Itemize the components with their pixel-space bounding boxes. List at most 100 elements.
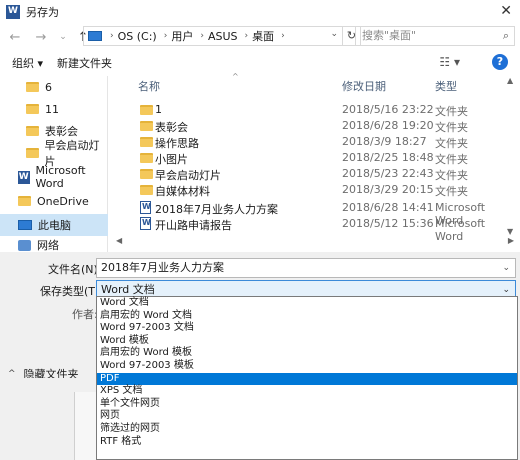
chevron-right-icon: ›: [244, 31, 249, 41]
sidebar-item-label: Microsoft Word: [35, 164, 86, 190]
back-icon[interactable]: ←: [6, 30, 24, 45]
folder-icon: [140, 169, 153, 179]
folder-icon: [26, 126, 39, 136]
breadcrumb-users[interactable]: 用户: [171, 28, 193, 44]
navigation-bar: ← → ⌄ ↑ › OS (C:) › 用户 › ASUS › 桌面 › ⌄ ↻…: [0, 24, 520, 50]
file-row[interactable]: 2018年7月业务人力方案 2018/6/28 14:41 Microsoft …: [112, 200, 512, 227]
sidebar-item-label: 11: [45, 102, 59, 116]
option-word-97-2003-template[interactable]: Word 97-2003 模板: [97, 360, 517, 373]
folder-icon: [18, 196, 31, 206]
title-bar: W 另存为 ✕: [0, 0, 520, 24]
sidebar-item-this-pc[interactable]: 此电脑: [0, 214, 108, 236]
scroll-down-icon[interactable]: ▼: [507, 227, 513, 236]
option-word-template[interactable]: Word 模板: [97, 335, 517, 348]
option-filtered-web-page[interactable]: 筛选过的网页: [97, 423, 517, 436]
folder-icon: [140, 105, 153, 115]
filename-field[interactable]: 2018年7月业务人力方案 ⌄: [96, 258, 516, 278]
option-word-97-2003-document[interactable]: Word 97-2003 文档: [97, 322, 517, 335]
breadcrumb-drive[interactable]: OS (C:): [118, 30, 157, 43]
option-pdf[interactable]: PDF: [97, 372, 517, 386]
option-macro-word-document[interactable]: 启用宏的 Word 文档: [97, 310, 517, 323]
sort-ascending-icon: ^: [232, 72, 239, 81]
horizontal-scrollbar[interactable]: ◀ ▶: [112, 236, 518, 250]
folder-icon: [140, 185, 153, 195]
sidebar-item-network[interactable]: 网络: [0, 238, 108, 252]
network-icon: [18, 239, 31, 251]
folder-icon: [140, 153, 153, 163]
address-dropdown-icon[interactable]: ⌄: [330, 29, 338, 39]
file-row[interactable]: 自媒体材料 2018/3/29 20:15 文件夹: [112, 182, 512, 198]
file-date: 2018/5/16 23:22: [342, 103, 434, 116]
sidebar-item-morning-slides[interactable]: 早会启动灯片: [0, 139, 108, 168]
breadcrumb-asus[interactable]: ASUS: [208, 30, 238, 43]
column-header-date[interactable]: 修改日期: [342, 78, 386, 96]
file-row[interactable]: 早会启动灯片 2018/5/23 22:43 文件夹: [112, 166, 512, 182]
search-icon: ⌕: [502, 29, 509, 42]
file-name: 自媒体材料: [155, 185, 210, 198]
option-rtf[interactable]: RTF 格式: [97, 436, 517, 449]
toolbar: 组织 ▾ 新建文件夹 ☷ ▾ ?: [0, 52, 520, 74]
sidebar-item-microsoft-word[interactable]: W Microsoft Word: [0, 164, 108, 190]
view-options-icon[interactable]: ☷ ▾: [439, 55, 460, 69]
computer-icon: [88, 31, 102, 41]
chevron-down-icon[interactable]: ⌄: [502, 259, 510, 277]
scroll-up-icon[interactable]: ▲: [507, 76, 513, 85]
save-type-label: 保存类型(T):: [40, 285, 104, 298]
close-icon[interactable]: ✕: [500, 3, 512, 19]
file-type: 文件夹: [435, 169, 468, 182]
option-macro-word-template[interactable]: 启用宏的 Word 模板: [97, 347, 517, 360]
file-date: 2018/2/25 18:48: [342, 151, 434, 164]
file-name: 2018年7月业务人力方案: [155, 203, 278, 216]
filename-value: 2018年7月业务人力方案: [101, 261, 224, 274]
author-label: 作者:: [72, 308, 98, 321]
file-date: 2018/3/29 20:15: [342, 183, 434, 196]
file-date: 2018/6/28 19:20: [342, 119, 434, 132]
window-title: 另存为: [26, 6, 59, 19]
file-row[interactable]: 1 2018/5/16 23:22 文件夹: [112, 102, 512, 118]
help-icon[interactable]: ?: [492, 54, 508, 70]
new-folder-button[interactable]: 新建文件夹: [57, 55, 112, 71]
recent-locations-icon[interactable]: ⌄: [54, 32, 72, 42]
column-header-type[interactable]: 类型: [435, 78, 457, 96]
word-doc-icon: [140, 217, 151, 230]
folder-icon: [26, 82, 39, 92]
sidebar-item-label: 此电脑: [38, 219, 71, 232]
file-row[interactable]: 开山路申请报告 2018/5/12 15:36 Microsoft Word: [112, 216, 512, 243]
file-row[interactable]: 小图片 2018/2/25 18:48 文件夹: [112, 150, 512, 166]
file-list: 名称 ^ 修改日期 类型 1 2018/5/16 23:22 文件夹 表彰会 2…: [112, 72, 512, 252]
file-name: 早会启动灯片: [155, 169, 221, 182]
file-name: 操作思路: [155, 137, 199, 150]
sidebar-item-onedrive[interactable]: OneDrive: [0, 190, 108, 212]
forward-icon[interactable]: →: [32, 30, 50, 45]
vertical-scrollbar[interactable]: ▲ ▼: [504, 76, 518, 236]
file-row[interactable]: 表彰会 2018/6/28 19:20 文件夹: [112, 118, 512, 134]
file-type: 文件夹: [435, 185, 468, 198]
file-name: 开山路申请报告: [155, 219, 232, 232]
scroll-right-icon[interactable]: ▶: [508, 236, 514, 245]
file-row[interactable]: 操作思路 2018/3/9 18:27 文件夹: [112, 134, 512, 150]
option-xps-document[interactable]: XPS 文档: [97, 385, 517, 398]
address-bar[interactable]: › OS (C:) › 用户 › ASUS › 桌面 › ⌄: [83, 26, 343, 46]
sidebar-item-6[interactable]: 6: [0, 76, 108, 98]
column-header-name[interactable]: 名称: [138, 78, 160, 96]
file-date: 2018/5/12 15:36: [342, 217, 434, 230]
navigation-pane: 6 11 表彰会 早会启动灯片 W Microsoft Word OneDriv…: [0, 76, 108, 252]
option-web-page[interactable]: 网页: [97, 410, 517, 423]
folder-icon: [26, 148, 39, 158]
folder-icon: [26, 104, 39, 114]
sidebar-item-label: 网络: [37, 239, 59, 252]
chevron-right-icon: ›: [200, 31, 204, 41]
folder-icon: [140, 137, 153, 147]
organize-button[interactable]: 组织 ▾: [12, 55, 43, 71]
chevron-right-icon: ›: [163, 31, 168, 41]
option-word-document[interactable]: Word 文档: [97, 297, 517, 310]
sidebar-item-label: OneDrive: [37, 194, 89, 208]
scroll-left-icon[interactable]: ◀: [116, 236, 122, 245]
search-input[interactable]: 搜索"桌面" ⌕: [355, 26, 515, 46]
folder-icon: [140, 121, 153, 131]
option-single-file-web-page[interactable]: 单个文件网页: [97, 398, 517, 411]
chevron-right-icon: ›: [281, 31, 285, 41]
sidebar-item-11[interactable]: 11: [0, 98, 108, 120]
computer-icon: [18, 220, 32, 230]
breadcrumb-desktop[interactable]: 桌面: [252, 28, 274, 44]
